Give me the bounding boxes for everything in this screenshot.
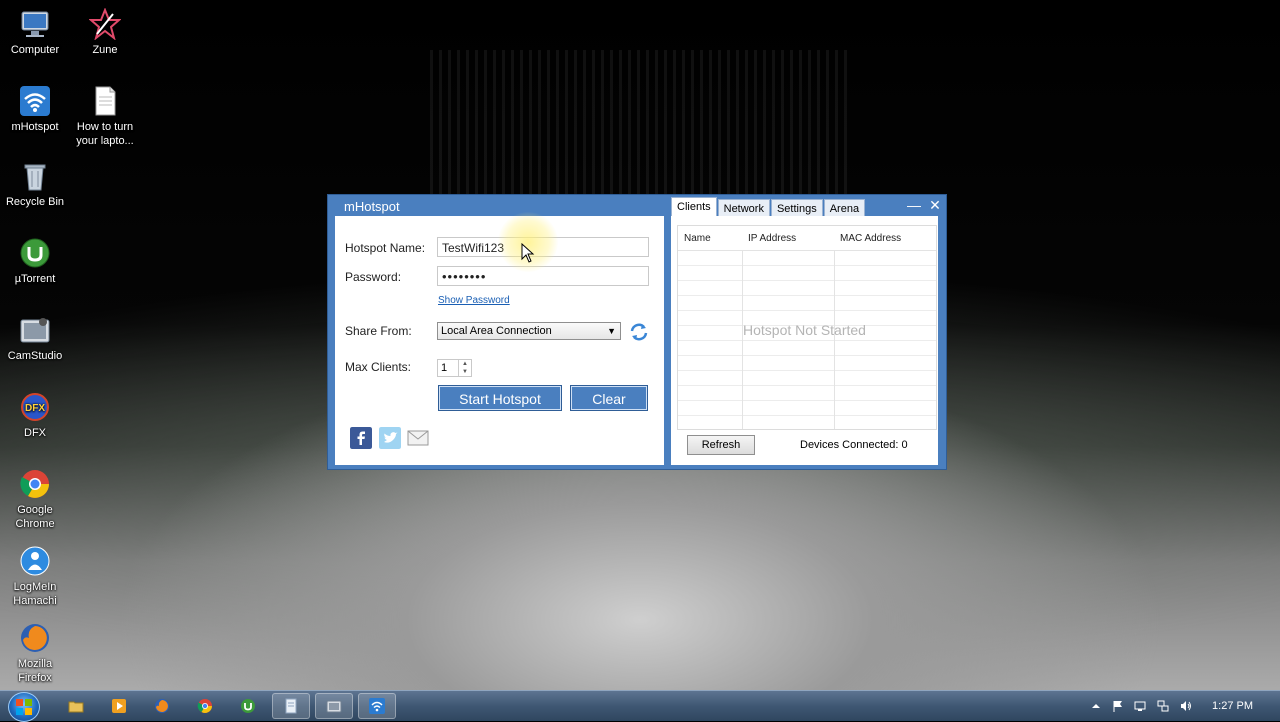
- mouse-cursor-icon: [521, 243, 535, 263]
- windows-logo-icon: [16, 699, 32, 715]
- start-button[interactable]: [8, 692, 40, 722]
- column-header-name[interactable]: Name: [684, 233, 711, 244]
- dfx-icon: DFX: [21, 393, 49, 421]
- volume-icon[interactable]: [1180, 700, 1192, 712]
- taskbar-media-player[interactable]: [100, 693, 138, 719]
- desktop-icon-document[interactable]: How to turn your lapto...: [70, 85, 140, 148]
- start-hotspot-button[interactable]: Start Hotspot: [438, 385, 562, 411]
- desktop-icon-computer[interactable]: Computer: [0, 8, 70, 57]
- clients-panel: Name IP Address MAC Address Hotspot Not …: [671, 216, 938, 465]
- hamachi-icon: [20, 546, 50, 576]
- share-from-value: Local Area Connection: [441, 325, 552, 337]
- wifi-icon: [20, 86, 50, 116]
- desktop-icon-label: CamStudio: [7, 350, 63, 362]
- utorrent-icon: [20, 238, 50, 268]
- desktop-icon-camstudio[interactable]: CamStudio: [0, 314, 70, 363]
- desktop-icon-mhotspot[interactable]: mHotspot: [0, 85, 70, 134]
- desktop-icon-label: Computer: [10, 44, 60, 56]
- desktop-icon-label: Recycle Bin: [5, 196, 65, 208]
- display-icon[interactable]: [1134, 700, 1146, 712]
- taskbar-firefox[interactable]: [143, 693, 181, 719]
- tab-clients[interactable]: Clients: [671, 197, 717, 218]
- desktop-icon-zune[interactable]: Zune: [70, 8, 140, 57]
- chrome-icon: [197, 699, 212, 713]
- desktop-icon-chrome[interactable]: Google Chrome: [0, 468, 70, 531]
- clear-button[interactable]: Clear: [570, 385, 648, 411]
- desktop-icon-label: How to turn your lapto...: [76, 121, 134, 147]
- camstudio-icon: [20, 318, 50, 343]
- desktop-icon-label: Zune: [92, 44, 118, 56]
- media-player-icon: [112, 699, 126, 713]
- hotspot-name-label: Hotspot Name:: [345, 241, 426, 255]
- tab-bar: Clients Network Settings Arena: [671, 197, 866, 218]
- computer-icon: [21, 11, 49, 37]
- taskbar: 1:27 PM: [0, 690, 1280, 722]
- utorrent-icon: [241, 699, 255, 713]
- password-input[interactable]: ••••••••: [437, 266, 649, 286]
- desktop-icon-label: mHotspot: [11, 121, 59, 133]
- desktop-icon-label: Google Chrome: [15, 504, 55, 530]
- background-light-streaks: [430, 50, 850, 200]
- explorer-icon: [68, 701, 84, 713]
- hotspot-status-message: Hotspot Not Started: [743, 322, 866, 338]
- zune-icon: [89, 8, 121, 40]
- show-password-link[interactable]: Show Password: [438, 295, 510, 306]
- desktop-icon-firefox[interactable]: Mozilla Firefox: [0, 622, 70, 685]
- desktop-icon-label: Mozilla Firefox: [17, 658, 53, 684]
- taskbar-clock[interactable]: 1:27 PM: [1212, 700, 1253, 712]
- refresh-button[interactable]: Refresh: [687, 435, 755, 455]
- text-document-icon: [95, 86, 116, 116]
- desktop-icon-label: DFX: [24, 427, 46, 439]
- hotspot-name-input[interactable]: TestWifi123: [437, 237, 649, 257]
- mhotspot-icon: [369, 698, 385, 714]
- desktop-icon-dfx[interactable]: DFX DFX: [0, 391, 70, 440]
- share-from-label: Share From:: [345, 324, 412, 338]
- taskbar-camstudio[interactable]: [315, 693, 353, 719]
- taskbar-explorer[interactable]: [57, 693, 95, 719]
- share-from-select[interactable]: Local Area Connection ▼: [437, 322, 621, 340]
- max-clients-value: 1: [441, 362, 448, 374]
- taskbar-notepad[interactable]: [272, 693, 310, 719]
- facebook-icon[interactable]: [350, 427, 372, 449]
- close-button[interactable]: ✕: [926, 197, 944, 213]
- mail-icon[interactable]: [407, 427, 429, 449]
- refresh-connections-icon[interactable]: [629, 322, 649, 342]
- desktop-icon-utorrent[interactable]: µTorrent: [0, 237, 70, 286]
- desktop-icon-label: µTorrent: [14, 273, 56, 285]
- max-clients-label: Max Clients:: [345, 360, 412, 374]
- close-icon: ✕: [929, 197, 941, 213]
- network-icon[interactable]: [1157, 700, 1169, 712]
- taskbar-utorrent[interactable]: [229, 693, 267, 719]
- stepper-arrows[interactable]: ▲ ▼: [458, 360, 471, 376]
- minimize-button[interactable]: —: [905, 197, 923, 213]
- taskbar-chrome[interactable]: [186, 693, 224, 719]
- show-hidden-icons-icon[interactable]: [1090, 700, 1102, 712]
- firefox-icon: [155, 699, 169, 713]
- minimize-icon: —: [907, 197, 921, 213]
- chrome-icon: [20, 470, 49, 498]
- svg-text:DFX: DFX: [25, 403, 45, 414]
- desktop-icon-recycle-bin[interactable]: Recycle Bin: [0, 160, 70, 209]
- chevron-down-icon: ▼: [607, 326, 616, 336]
- taskbar-mhotspot[interactable]: [358, 693, 396, 719]
- firefox-icon: [21, 624, 49, 652]
- desktop-icon-hamachi[interactable]: LogMeIn Hamachi: [0, 545, 70, 608]
- window-title: mHotspot: [344, 199, 400, 214]
- column-header-ip[interactable]: IP Address: [748, 233, 796, 244]
- column-header-mac[interactable]: MAC Address: [840, 233, 901, 244]
- camstudio-icon: [326, 700, 342, 713]
- recycle-bin-icon: [24, 164, 46, 191]
- desktop-icon-label: LogMeIn Hamachi: [13, 581, 57, 607]
- hotspot-settings-panel: Hotspot Name: TestWifi123 Password: ••••…: [335, 216, 664, 465]
- twitter-icon[interactable]: [379, 427, 401, 449]
- mhotspot-window[interactable]: mHotspot Clients Network Settings Arena …: [327, 194, 947, 470]
- notepad-icon: [285, 698, 297, 714]
- devices-connected-count: Devices Connected: 0: [800, 439, 908, 451]
- action-center-flag-icon[interactable]: [1112, 700, 1124, 712]
- password-label: Password:: [345, 270, 402, 284]
- max-clients-stepper[interactable]: 1 ▲ ▼: [437, 359, 472, 377]
